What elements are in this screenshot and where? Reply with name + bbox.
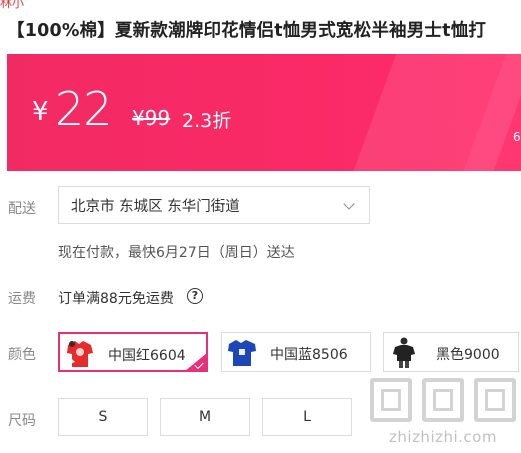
watermark-text: zhizhizhi.com — [389, 428, 497, 446]
price-banner: ¥ 22 ¥99 2.3折 6 — [7, 54, 521, 171]
current-price: 22 — [55, 82, 113, 136]
delivery-estimate: 现在付款，最快6月27日（周日）送达 — [58, 245, 295, 261]
site-watermark: zhizhizhi.com — [368, 378, 518, 448]
previous-text-fragment: 林小 — [0, 0, 25, 10]
size-option-l[interactable]: L — [262, 398, 352, 436]
color-option-black[interactable]: 黑色9000 — [383, 332, 519, 372]
color-option-red[interactable]: 中国红6604 — [58, 332, 208, 372]
watermark-logo-glyph — [474, 378, 516, 422]
address-value: 北京市 东城区 东华门街道 — [71, 198, 240, 215]
shipping-label: 运费 — [8, 291, 36, 307]
black-shirt-thumbnail — [387, 335, 421, 369]
question-circle-icon[interactable]: ? — [187, 288, 203, 304]
watermark-logo-glyph — [370, 378, 412, 422]
product-title: 【100%棉】夏新款潮牌印花情侣t恤男式宽松半袖男士t恤打 — [7, 21, 487, 41]
red-shirt-thumbnail — [63, 336, 97, 370]
currency-symbol: ¥ — [32, 97, 49, 127]
size-option-s[interactable]: S — [58, 398, 148, 436]
color-label: 颜色 — [8, 347, 36, 363]
size-label: 尺码 — [8, 413, 36, 429]
chevron-down-icon — [343, 198, 355, 210]
discount-label: 2.3折 — [182, 110, 232, 132]
delivery-label: 配送 — [8, 201, 36, 217]
blue-shirt-thumbnail — [225, 335, 259, 369]
watermark-logo-glyph — [422, 378, 464, 422]
original-price: ¥99 — [132, 106, 171, 130]
color-option-blue[interactable]: 中国蓝8506 — [221, 332, 371, 372]
free-shipping-text: 订单满88元免运费 — [58, 291, 174, 307]
size-option-m[interactable]: M — [160, 398, 250, 436]
address-selector[interactable]: 北京市 东城区 东华门街道 — [58, 186, 370, 224]
color-option-label: 黑色9000 — [436, 347, 500, 363]
color-option-label: 中国红6604 — [108, 348, 186, 364]
banner-cut-text: 6 — [513, 130, 521, 144]
color-option-label: 中国蓝8506 — [270, 347, 348, 363]
